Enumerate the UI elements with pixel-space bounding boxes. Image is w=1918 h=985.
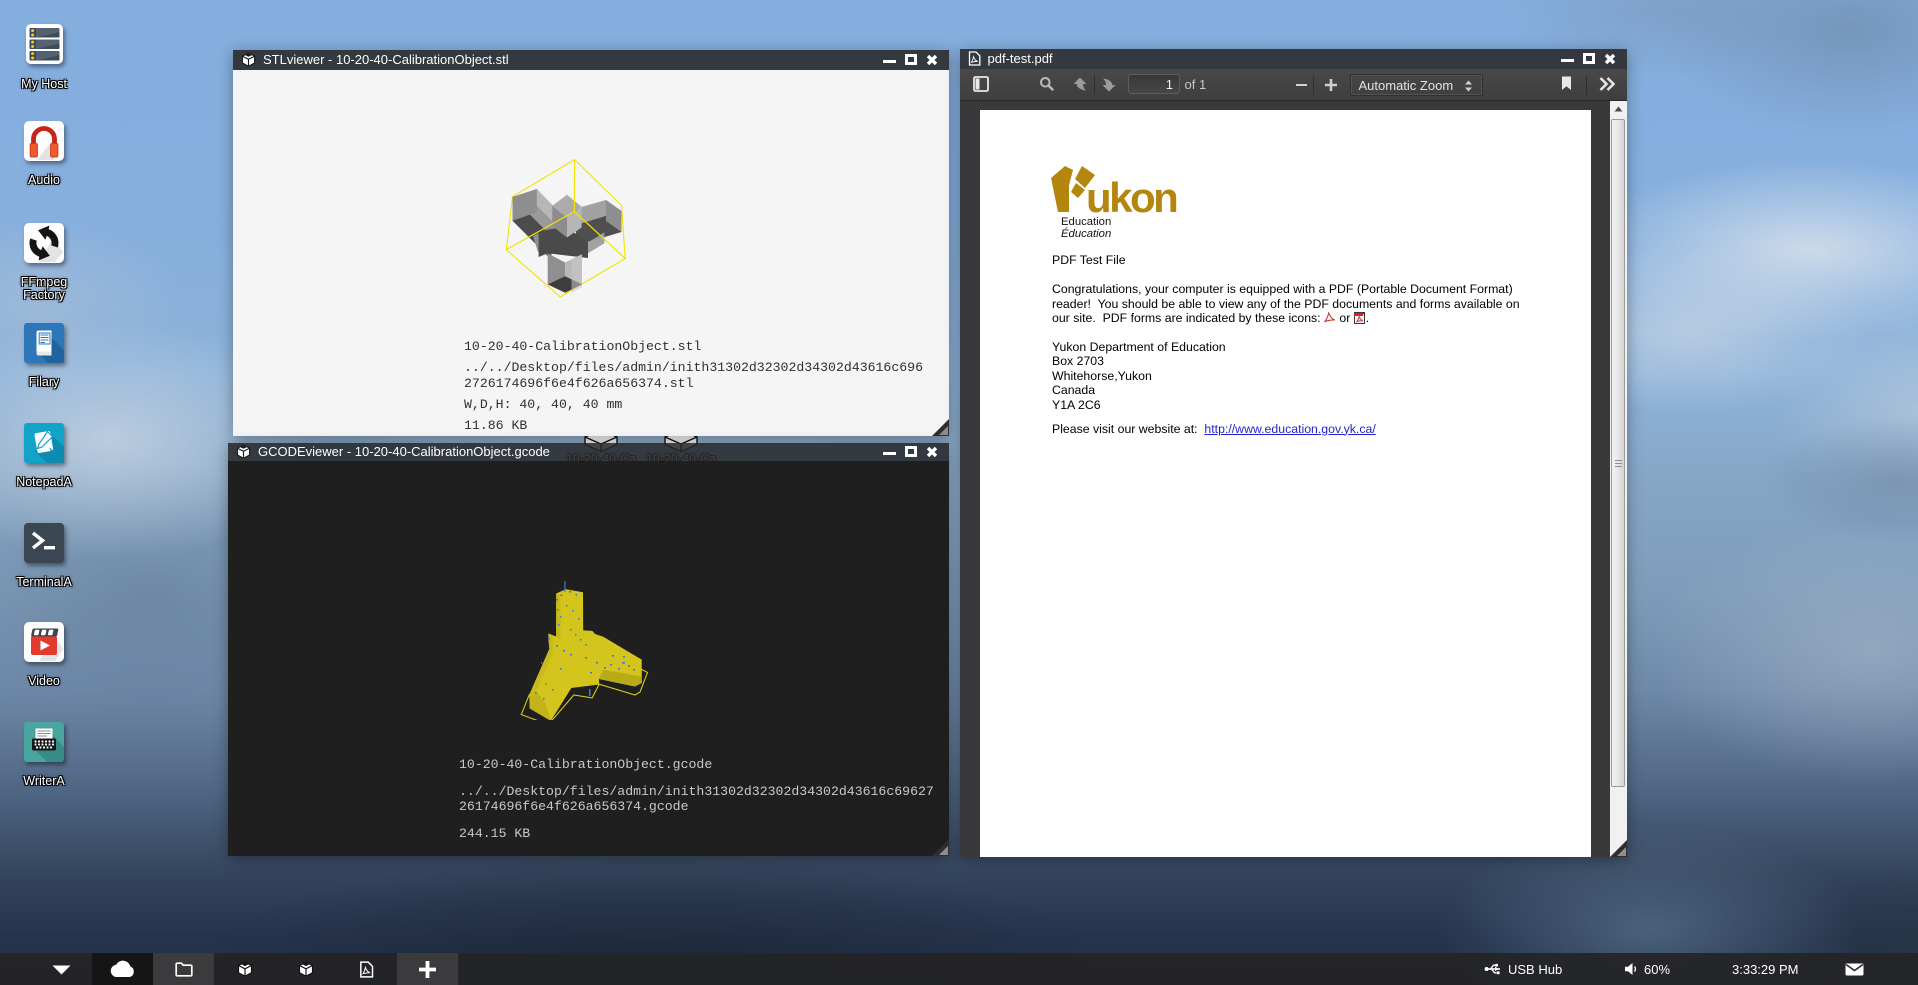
svg-text:ukon: ukon xyxy=(1086,174,1177,214)
